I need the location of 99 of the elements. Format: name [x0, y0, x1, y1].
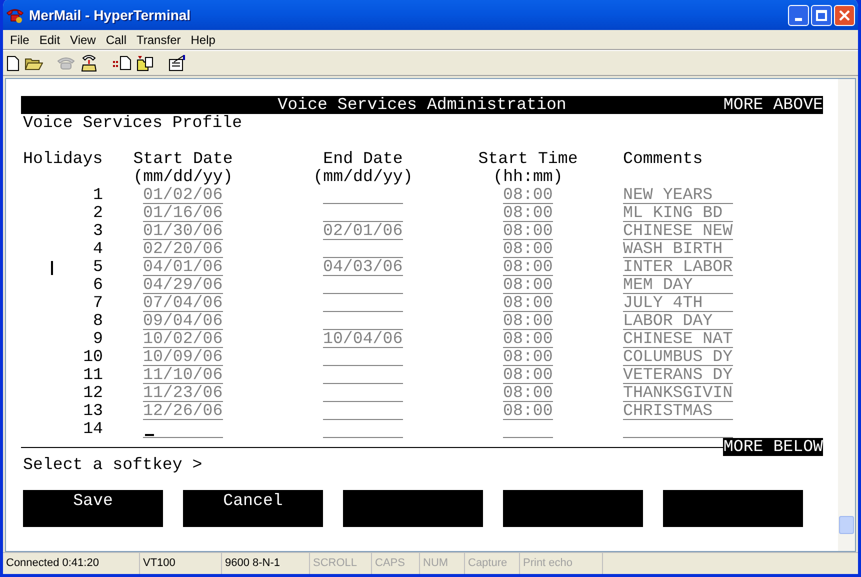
start-date-field[interactable]: 01/30/06 — [143, 222, 223, 240]
prompt-text: Select a softkey > — [23, 456, 202, 474]
start-time-field[interactable]: 08:00 — [503, 222, 553, 240]
column-format-hint: (mm/dd/yy) — [313, 168, 413, 186]
status-text: NUM — [423, 556, 448, 572]
end-date-field[interactable]: 04/03/06 — [323, 258, 403, 276]
receive-file-icon[interactable] — [137, 56, 153, 70]
row-number: 2 — [93, 204, 103, 222]
menu-item[interactable]: Edit — [34, 30, 66, 48]
start-time-field[interactable]: 08:00 — [503, 402, 553, 420]
comment-field[interactable]: VETERANS DY — [623, 366, 733, 384]
start-time-field[interactable]: 08:00 — [503, 366, 553, 384]
new-document-icon[interactable] — [7, 56, 19, 70]
start-date-field[interactable]: 04/01/06 — [143, 258, 223, 276]
comment-field[interactable]: LABOR DAY — [623, 312, 733, 330]
scroll-thumb[interactable] — [839, 516, 854, 534]
row-number: 11 — [83, 366, 103, 384]
column-header: Comments — [623, 150, 703, 168]
close-button[interactable] — [834, 4, 855, 26]
status-text: CAPS — [375, 556, 405, 572]
column-format-hint: (hh:mm) — [493, 168, 563, 186]
row-number: 7 — [93, 294, 103, 312]
phone-icon — [6, 7, 24, 23]
start-date-field[interactable]: 01/16/06 — [143, 204, 223, 222]
start-time-field[interactable]: 08:00 — [503, 348, 553, 366]
start-time-field[interactable]: 08:00 — [503, 312, 553, 330]
start-date-field[interactable]: 11/23/06 — [143, 384, 223, 402]
column-header: Holidays — [23, 150, 103, 168]
send-file-icon[interactable] — [113, 56, 131, 70]
comment-field[interactable]: ML KING BD — [623, 204, 733, 222]
start-time-field[interactable]: 08:00 — [503, 330, 553, 348]
start-time-field[interactable]: 08:00 — [503, 186, 553, 204]
start-time-field[interactable]: 08:00 — [503, 276, 553, 294]
start-date-field[interactable]: 04/29/06 — [143, 276, 223, 294]
row-number: 9 — [93, 330, 103, 348]
start-date-field[interactable]: 12/26/06 — [143, 402, 223, 420]
comment-field[interactable]: CHRISTMAS — [623, 402, 733, 420]
status-text: SCROLL — [313, 556, 358, 572]
start-time-field[interactable]: 08:00 — [503, 258, 553, 276]
status-text: VT100 — [143, 556, 176, 572]
window-title: MerMail - HyperTerminal — [29, 6, 191, 25]
column-format-hint: (mm/dd/yy) — [133, 168, 233, 186]
menu-item[interactable]: Help — [186, 30, 220, 48]
start-date-field[interactable]: 09/04/06 — [143, 312, 223, 330]
comment-field[interactable]: WASH BIRTH — [623, 240, 733, 258]
comment-field[interactable]: THANKSGIVIN — [623, 384, 733, 402]
column-header: Start Date — [133, 150, 233, 168]
properties-icon[interactable] — [169, 55, 186, 71]
row-number: 6 — [93, 276, 103, 294]
menu-item[interactable]: File — [5, 30, 34, 48]
start-date-field[interactable]: 01/02/06 — [143, 186, 223, 204]
start-date-field[interactable]: 07/04/06 — [143, 294, 223, 312]
status-text: Connected 0:41:20 — [6, 556, 99, 572]
row-number: 1 — [93, 186, 103, 204]
start-date-field[interactable]: 10/02/06 — [143, 330, 223, 348]
start-time-field[interactable]: 08:00 — [503, 294, 553, 312]
row-number: 8 — [93, 312, 103, 330]
start-time-field[interactable]: 08:00 — [503, 240, 553, 258]
comment-field[interactable]: NEW YEARS — [623, 186, 733, 204]
status-text: Print echo — [523, 556, 573, 572]
start-date-field[interactable]: 11/10/06 — [143, 366, 223, 384]
more-below-label: MORE BELOW — [723, 438, 823, 456]
softkey[interactable]: Save — [23, 490, 163, 527]
start-time-field[interactable]: 08:00 — [503, 384, 553, 402]
profile-title: Voice Services Profile — [23, 114, 242, 132]
comment-field[interactable]: COLUMBUS DY — [623, 348, 733, 366]
more-above-label: MORE ABOVE — [723, 96, 823, 114]
comment-field[interactable]: INTER LABOR — [623, 258, 733, 276]
scrollbar[interactable] — [838, 79, 855, 551]
menu-item[interactable]: Call — [100, 30, 132, 48]
softkey[interactable]: Cancel — [183, 490, 323, 527]
row-number: 13 — [83, 402, 103, 420]
comment-field[interactable]: CHINESE NAT — [623, 330, 733, 348]
row-number: 3 — [93, 222, 103, 240]
menu-item[interactable]: View — [65, 30, 101, 48]
comment-field[interactable]: JULY 4TH — [623, 294, 733, 312]
start-date-field[interactable]: 02/20/06 — [143, 240, 223, 258]
start-date-field[interactable]: 10/09/06 — [143, 348, 223, 366]
row-number: 10 — [83, 348, 103, 366]
minimize-button[interactable] — [788, 4, 809, 26]
column-header: End Date — [323, 150, 403, 168]
end-date-field[interactable]: 02/01/06 — [323, 222, 403, 240]
comment-field[interactable]: MEM DAY — [623, 276, 733, 294]
maximize-button[interactable] — [811, 4, 832, 26]
menu-item[interactable]: Transfer — [132, 30, 186, 48]
status-text: Capture — [468, 556, 508, 572]
comment-field[interactable]: CHINESE NEW — [623, 222, 733, 240]
end-date-field[interactable]: 10/04/06 — [323, 330, 403, 348]
row-number: 12 — [83, 384, 103, 402]
row-number: 14 — [83, 420, 103, 438]
column-header: Start Time — [478, 150, 578, 168]
start-time-field[interactable]: 08:00 — [503, 204, 553, 222]
phone-icon[interactable] — [81, 54, 97, 72]
status-text: 9600 8-N-1 — [225, 556, 280, 572]
row-number: 5 — [93, 258, 103, 276]
row-number: 4 — [93, 240, 103, 258]
screen-title: Voice Services Administration — [278, 96, 566, 114]
close-icon — [839, 10, 850, 20]
folder-icon[interactable] — [25, 56, 43, 70]
